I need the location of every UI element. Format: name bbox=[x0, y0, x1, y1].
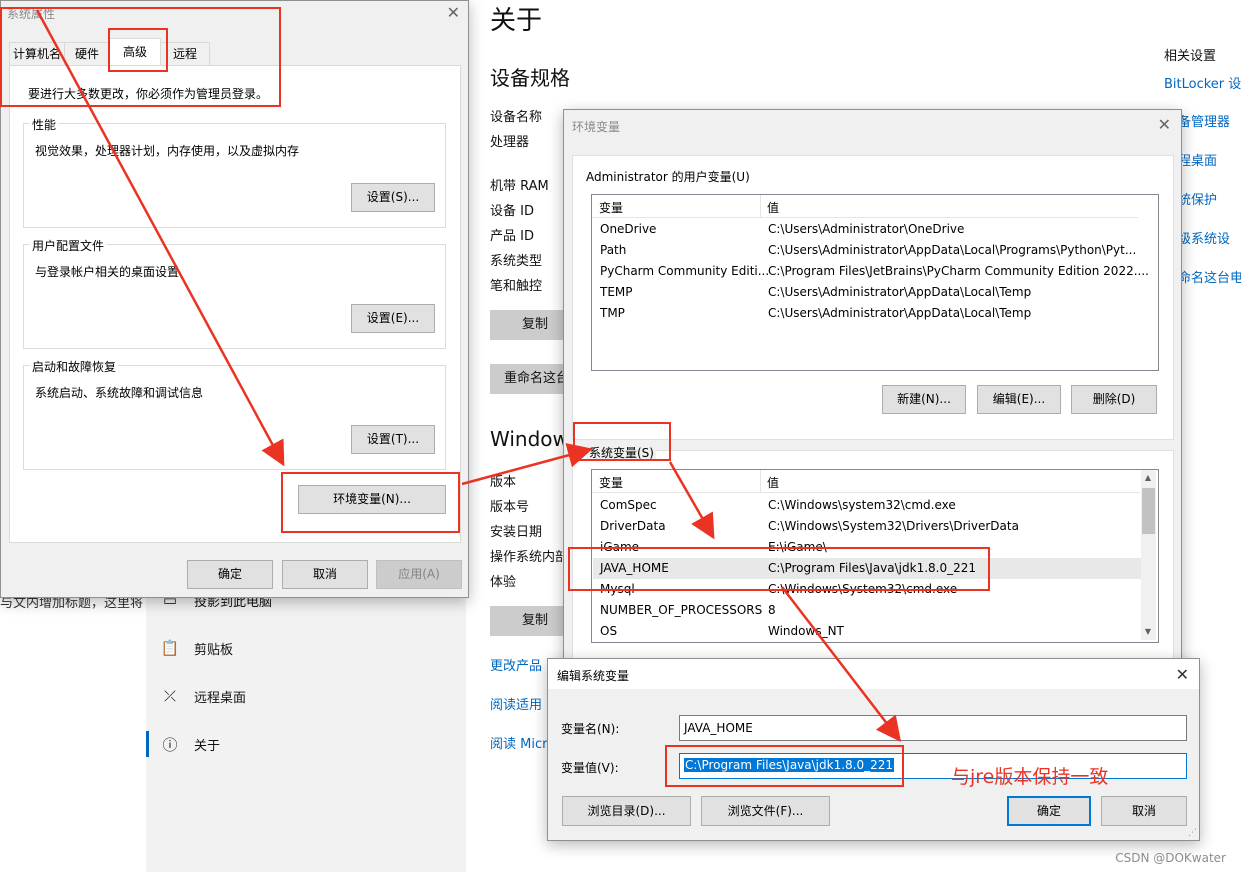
annotation-note: 与jre版本保持一致 bbox=[951, 766, 1109, 788]
annotation-arrows bbox=[35, 9, 902, 742]
arrow-to-env-button bbox=[35, 9, 285, 467]
arrow-to-java-home bbox=[668, 461, 715, 540]
watermark: CSDN @DOKwater bbox=[1115, 851, 1226, 865]
arrow-to-value-field bbox=[781, 586, 902, 742]
arrow-to-system-vars bbox=[461, 443, 593, 486]
